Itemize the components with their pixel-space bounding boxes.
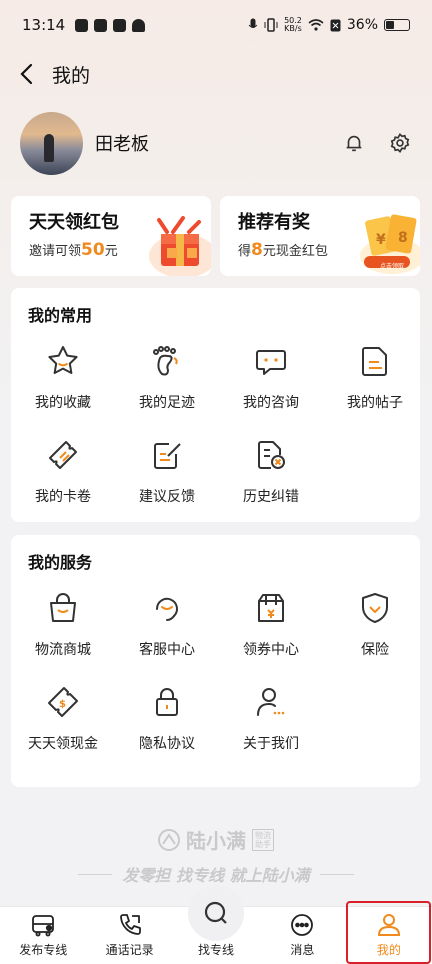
tab-label: 找专线	[198, 943, 235, 957]
bottom-tab-bar: 发布专线 通话记录 找专线 消息 我的	[0, 885, 432, 964]
grid-item-coupon-center[interactable]: 领券中心	[219, 591, 323, 659]
footprint-icon	[150, 344, 184, 378]
grid-label: 保险	[361, 642, 389, 658]
tab-mine[interactable]: 我的	[346, 907, 432, 964]
grid-label: 隐私协议	[139, 736, 195, 752]
grid-item-daily-cash[interactable]: $ 天天领现金	[11, 685, 115, 753]
truck-icon	[32, 915, 55, 937]
wifi-icon	[308, 19, 324, 31]
grid-item-logistics-mall[interactable]: 物流商城	[11, 591, 115, 659]
grid-label: 领券中心	[243, 642, 299, 658]
grid-item-customer-service[interactable]: 客服中心	[115, 591, 219, 659]
username[interactable]: 田老板	[95, 130, 149, 156]
gear-icon[interactable]	[388, 131, 412, 155]
grid-label: 我的咨询	[243, 395, 299, 411]
back-arrow-icon[interactable]	[16, 63, 38, 85]
vibrate-icon	[264, 18, 278, 32]
mic-icon	[248, 18, 258, 28]
profile-row: 田老板	[20, 111, 412, 175]
star-icon	[46, 344, 80, 378]
promo-card-referral[interactable]: 推荐有奖 得 8 元现金红包 ¥ 8 点击领取	[220, 196, 420, 276]
person-icon	[377, 914, 400, 936]
sim-off-icon	[330, 19, 341, 31]
grid-item-about-us[interactable]: 关于我们	[219, 685, 323, 753]
phone-icon	[119, 914, 141, 935]
notification-icon	[94, 18, 108, 32]
status-bar: 13:14 50.2 KB/s 36%	[0, 0, 432, 50]
grid-label: 关于我们	[243, 736, 299, 752]
red-packet-icon	[143, 212, 211, 276]
chat-bubble-icon	[254, 344, 288, 378]
tab-label: 消息	[290, 943, 315, 957]
grid-label: 建议反馈	[139, 489, 195, 505]
coupon-box-icon	[254, 591, 288, 625]
grid-item-posts[interactable]: 我的帖子	[323, 344, 427, 412]
grid-item-privacy[interactable]: 隐私协议	[115, 685, 219, 753]
battery-percent: 36%	[346, 17, 378, 33]
section-title: 我的服务	[28, 553, 93, 572]
svg-text:8: 8	[398, 230, 408, 246]
shopping-bag-icon	[46, 591, 80, 625]
message-icon	[291, 914, 314, 936]
cash-icon: $	[46, 685, 80, 719]
tab-find-line[interactable]: 找专线	[173, 885, 259, 964]
net-speed: 50.2 KB/s	[284, 16, 302, 33]
page-header: 我的	[0, 50, 432, 98]
grid-label: 历史纠错	[243, 489, 299, 505]
grid-item-favorites[interactable]: 我的收藏	[11, 344, 115, 412]
avatar[interactable]	[20, 111, 83, 175]
notification-icon	[132, 18, 146, 32]
grid-label: 我的收藏	[35, 395, 91, 411]
grid-label: 我的卡卷	[35, 489, 91, 505]
common-section: 我的常用 我的收藏 我的足迹 我的咨询 我的帖子 我的卡卷 建议反馈 历史纠错	[11, 288, 420, 522]
tab-messages[interactable]: 消息	[259, 907, 345, 964]
grid-item-footprints[interactable]: 我的足迹	[115, 344, 219, 412]
watermark-brand: 陆小满 物流 助手	[0, 825, 432, 854]
bell-icon[interactable]	[342, 131, 366, 155]
svg-text:¥: ¥	[376, 232, 386, 248]
grid-item-consultation[interactable]: 我的咨询	[219, 344, 323, 412]
watermark-slogan: 发零担 找专线 就上陆小满	[0, 862, 432, 886]
svg-text:$: $	[59, 699, 66, 710]
page-title: 我的	[52, 64, 91, 87]
grid-label: 客服中心	[139, 642, 195, 658]
tab-label: 发布专线	[19, 943, 68, 957]
tab-label: 通话记录	[105, 943, 154, 957]
grid-item-correction-history[interactable]: 历史纠错	[219, 438, 323, 506]
brand-watermark: 陆小满 物流 助手 发零担 找专线 就上陆小满	[0, 825, 432, 886]
tab-label: 我的	[376, 943, 401, 957]
claim-badge[interactable]: 点击领取	[380, 261, 404, 270]
shield-icon	[358, 591, 392, 625]
status-time: 13:14	[22, 16, 66, 34]
notification-icon	[113, 18, 127, 32]
edit-note-icon	[150, 438, 184, 472]
grid-item-cards[interactable]: 我的卡卷	[11, 438, 115, 506]
user-info-icon	[254, 685, 288, 719]
promo-card-red-packet[interactable]: 天天领红包 邀请可领 50 元	[11, 196, 211, 276]
section-title: 我的常用	[28, 306, 93, 325]
brand-logo-icon	[158, 828, 180, 851]
document-icon	[358, 344, 392, 378]
customer-service-icon	[150, 591, 184, 625]
grid-label: 物流商城	[35, 642, 91, 658]
lock-icon	[150, 685, 184, 719]
battery-icon	[384, 19, 410, 31]
grid-label: 我的帖子	[347, 395, 403, 411]
file-error-icon	[254, 438, 288, 472]
tab-call-records[interactable]: 通话记录	[86, 907, 172, 964]
notification-icon	[75, 18, 89, 32]
grid-item-insurance[interactable]: 保险	[323, 591, 427, 659]
tab-publish-line[interactable]: 发布专线	[0, 907, 86, 964]
grid-item-feedback[interactable]: 建议反馈	[115, 438, 219, 506]
grid-label: 我的足迹	[139, 395, 195, 411]
search-icon	[188, 885, 245, 941]
grid-label: 天天领现金	[28, 736, 98, 752]
ticket-icon	[46, 438, 80, 472]
service-section: 我的服务 物流商城 客服中心 领券中心 保险 $ 天天领现金 隐私协议 关于我们	[11, 535, 420, 787]
